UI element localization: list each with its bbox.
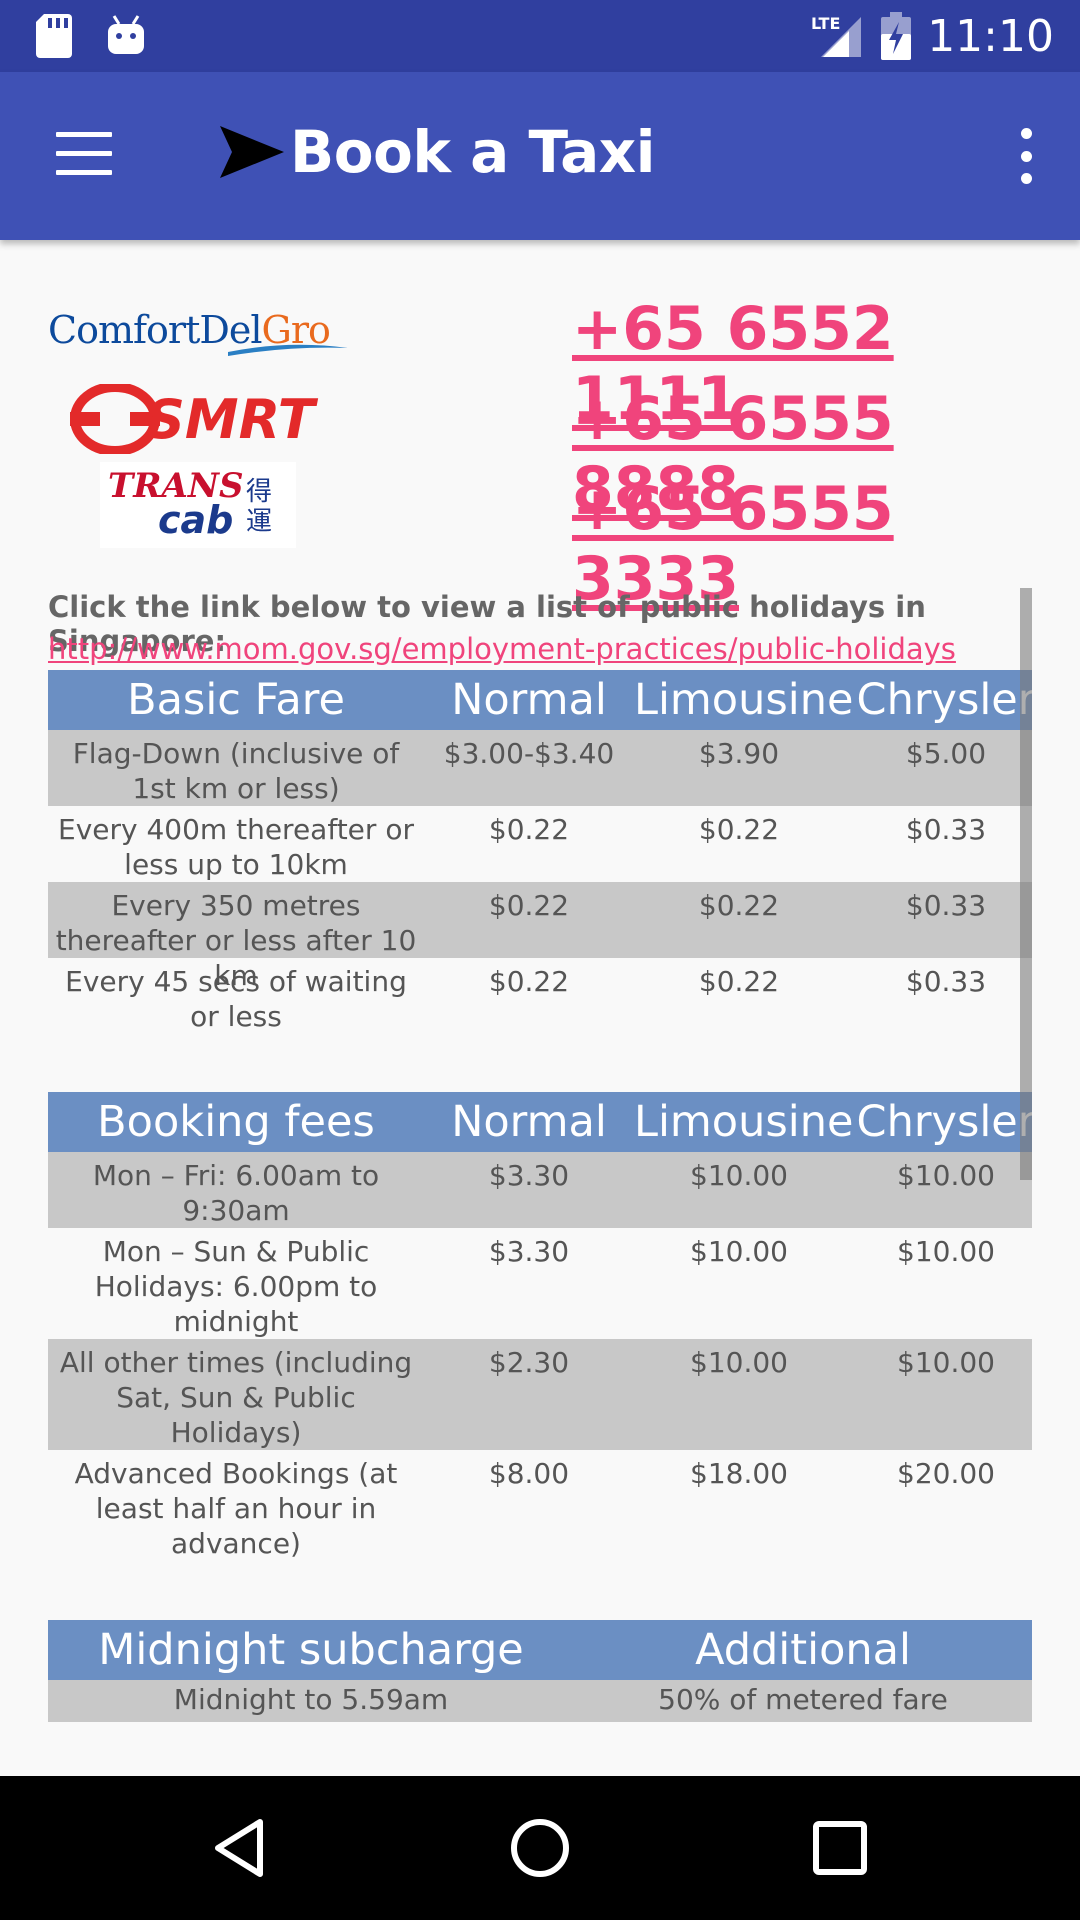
table-row: Midnight to 5.59am 50% of metered fare [48, 1680, 1032, 1722]
table-row: All other times (including Sat, Sun & Pu… [48, 1339, 1032, 1450]
basic-fare-table: Basic Fare Normal Limousine Chrysler Fla… [48, 670, 1032, 1036]
comfortdelgro-logo: ComfortDelGro [48, 290, 408, 380]
overflow-menu-button[interactable] [1012, 128, 1040, 184]
operator-row-transcab: TRANS cab 得運 +65 6555 3333 [48, 462, 1038, 614]
table-row: Every 350 metres thereafter or less afte… [48, 882, 1032, 992]
menu-button[interactable] [56, 132, 112, 176]
app-bar: Book a Taxi [0, 72, 1080, 240]
scrollbar[interactable] [1020, 588, 1032, 1180]
table-row: Every 45 secs of waiting or less $0.22 $… [65, 965, 987, 1033]
midnight-surcharge-table: Midnight subcharge Additional Midnight t… [48, 1620, 1032, 1722]
svg-text:LTE: LTE [811, 14, 840, 33]
navigation-bar [0, 1776, 1080, 1920]
table-header: Midnight subcharge Additional [48, 1620, 1032, 1680]
transcab-logo: TRANS cab 得運 [48, 462, 408, 560]
title-group: Book a Taxi [218, 118, 656, 186]
back-icon[interactable] [208, 1816, 272, 1880]
table-row: Advanced Bookings (at least half an hour… [74, 1457, 995, 1560]
table-row: Flag-Down (inclusive of 1st km or less) … [48, 730, 1032, 806]
send-arrow-icon [220, 126, 284, 178]
booking-fees-table: Booking fees Normal Limousine Chrysler M… [48, 1092, 1032, 1562]
android-icon [108, 15, 144, 54]
holiday-link[interactable]: http://www.mom.gov.sg/employment-practic… [48, 632, 956, 666]
more-vert-icon [1020, 128, 1032, 139]
table-row: Every 400m thereafter or less up to 10km… [58, 813, 987, 881]
table-header: Basic Fare Normal Limousine Chrysler [48, 670, 1032, 730]
hamburger-icon [56, 132, 112, 137]
smrt-logo: SMRT [48, 380, 408, 470]
clock: 11:10 [927, 10, 1054, 62]
operator-row-smrt: SMRT +65 6555 8888 [48, 380, 1038, 524]
table-header: Booking fees Normal Limousine Chrysler [48, 1092, 1032, 1152]
operator-row-comfortdelgro: ComfortDelGro +65 6552 1111 [48, 290, 1038, 434]
content-area[interactable]: ComfortDelGro +65 6552 1111 SMRT +65 655… [0, 240, 1080, 1776]
status-bar: LTE 11:10 [0, 0, 1080, 72]
recents-icon[interactable] [808, 1816, 872, 1880]
swoosh-icon [228, 344, 348, 356]
sd-card-icon [36, 14, 72, 58]
signal-lte-icon: LTE [811, 14, 862, 57]
battery-charging-icon [881, 12, 912, 60]
home-icon[interactable] [508, 1816, 572, 1880]
page-title: Book a Taxi [290, 118, 656, 186]
table-row: Mon – Sun & Public Holidays: 6.00pm to m… [94, 1235, 995, 1338]
table-row: Mon – Fri: 6.00am to 9:30am $3.30 $10.00… [48, 1152, 1032, 1228]
